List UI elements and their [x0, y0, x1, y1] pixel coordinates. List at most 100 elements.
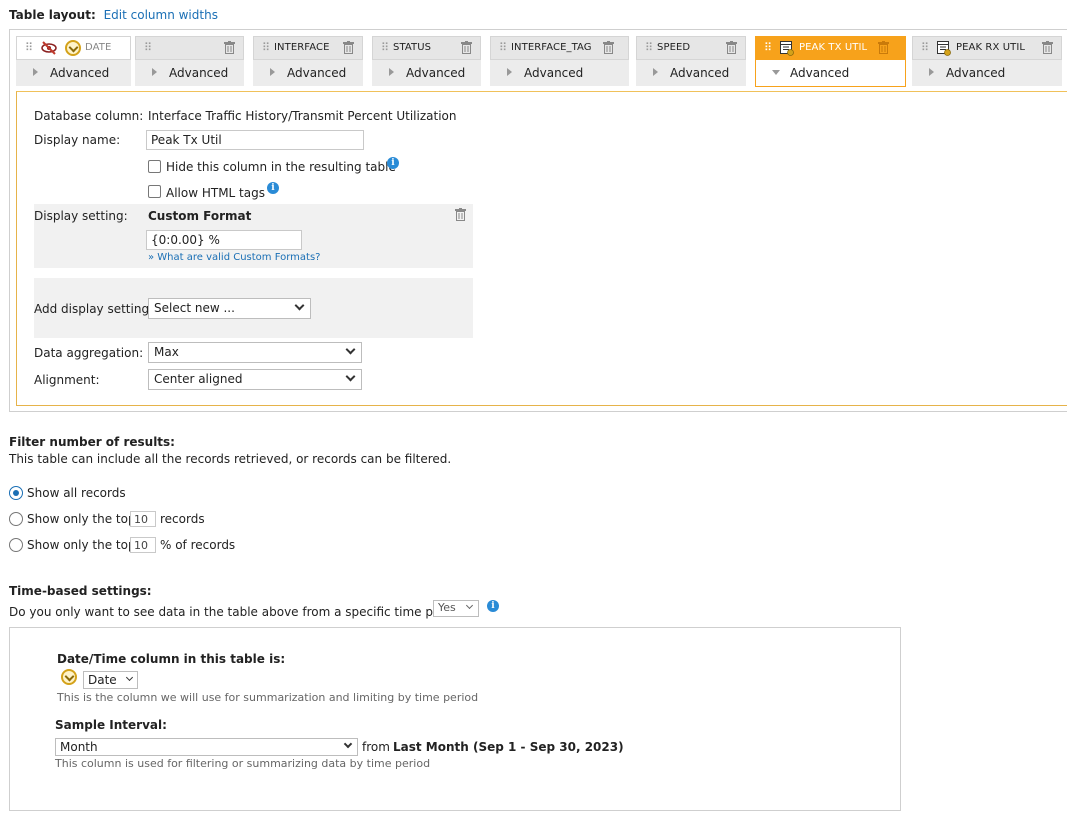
display-setting-label: Display setting: [34, 209, 128, 223]
advanced-label: Advanced [406, 66, 466, 80]
expand-arrow-icon [152, 68, 157, 76]
column-date[interactable]: ⠿ DATE Advanced [16, 36, 131, 88]
sample-title: Sample Interval: [55, 718, 167, 732]
column-name: SPEED [657, 42, 691, 53]
add-display-select[interactable]: Select new ... [148, 298, 311, 319]
db-column-label: Database column: [34, 109, 144, 123]
top-records-suffix: records [160, 512, 205, 526]
allow-html-checkbox[interactable] [148, 185, 161, 198]
add-display-label: Add display settings: [34, 302, 160, 316]
column-peak-tx-util[interactable]: ⠿ PEAK TX UTIL Advanced [755, 36, 906, 91]
sample-select[interactable]: Month [55, 738, 358, 756]
top-records-prefix: Show only the top [27, 512, 136, 526]
db-column-value: Interface Traffic History/Transmit Perce… [148, 109, 457, 123]
time-question-value: Yes [438, 601, 456, 614]
advanced-toggle[interactable]: Advanced [135, 60, 244, 86]
datetime-select[interactable]: Date [83, 671, 138, 689]
column-header[interactable]: ⠿ DATE [16, 36, 131, 60]
column-header[interactable]: ⠿ INTERFACE [253, 36, 363, 60]
table-column-icon [780, 41, 794, 56]
trash-icon[interactable] [224, 41, 235, 54]
time-title: Time-based settings: [9, 584, 152, 598]
info-icon[interactable]: i [267, 182, 279, 194]
table-layout-header: Table layout: Edit column widths [9, 8, 218, 22]
hide-column-checkbox[interactable] [148, 160, 161, 173]
advanced-toggle[interactable]: Advanced [490, 60, 629, 86]
column-header[interactable]: ⠿ STATUS [372, 36, 481, 60]
column-name: PEAK TX UTIL [799, 42, 868, 53]
advanced-toggle[interactable]: Advanced [755, 60, 906, 87]
alignment-label: Alignment: [34, 373, 100, 387]
drag-handle-icon[interactable]: ⠿ [499, 42, 507, 54]
info-icon[interactable]: i [487, 600, 499, 612]
drag-handle-icon[interactable]: ⠿ [764, 42, 772, 54]
expand-arrow-icon [389, 68, 394, 76]
chevron-down-icon [125, 673, 134, 682]
chevron-down-icon [294, 300, 305, 311]
add-display-value: Select new ... [154, 301, 235, 315]
advanced-label: Advanced [50, 66, 110, 80]
chevron-down-icon [343, 739, 353, 749]
column-header[interactable]: ⠿ INTERFACE_TAG [490, 36, 629, 60]
alignment-select[interactable]: Center aligned [148, 369, 362, 390]
drag-handle-icon[interactable]: ⠿ [921, 42, 929, 54]
column-header[interactable]: ⠿ PEAK RX UTIL [912, 36, 1062, 60]
datetime-hint: This is the column we will use for summa… [57, 691, 479, 704]
edit-column-widths-link[interactable]: Edit column widths [104, 8, 218, 22]
show-all-label: Show all records [27, 486, 126, 500]
top-percent-radio[interactable] [9, 538, 23, 552]
top-records-input[interactable]: 10 [130, 511, 156, 527]
column-name: DATE [85, 42, 112, 53]
advanced-toggle[interactable]: Advanced [372, 60, 481, 86]
custom-format-help-link[interactable]: » What are valid Custom Formats? [148, 252, 320, 263]
hidden-eye-icon [41, 41, 57, 58]
column-interface-tag[interactable]: ⠿ INTERFACE_TAG Advanced [490, 36, 629, 88]
drag-handle-icon[interactable]: ⠿ [262, 42, 270, 54]
trash-icon[interactable] [603, 41, 614, 54]
time-question-select[interactable]: Yes [433, 600, 479, 617]
aggregation-select[interactable]: Max [148, 342, 362, 363]
trash-icon[interactable] [343, 41, 354, 54]
clock-icon [65, 40, 81, 56]
advanced-toggle[interactable]: Advanced [16, 60, 131, 86]
top-percent-suffix: % of records [160, 538, 236, 552]
trash-icon[interactable] [461, 41, 472, 54]
trash-icon[interactable] [455, 208, 466, 221]
filter-description: This table can include all the records r… [9, 452, 452, 466]
trash-icon[interactable] [1042, 41, 1053, 54]
advanced-toggle[interactable]: Advanced [253, 60, 363, 86]
trash-icon[interactable] [878, 41, 889, 54]
drag-handle-icon[interactable]: ⠿ [144, 42, 152, 54]
column-header[interactable]: ⠿ SPEED [636, 36, 746, 60]
allow-html-label: Allow HTML tags [166, 186, 265, 200]
column-speed[interactable]: ⠿ SPEED Advanced [636, 36, 746, 88]
column-status[interactable]: ⠿ STATUS Advanced [372, 36, 481, 88]
top-records-radio[interactable] [9, 512, 23, 526]
column-header[interactable]: ⠿ PEAK TX UTIL [755, 36, 906, 60]
column-interface[interactable]: ⠿ INTERFACE Advanced [253, 36, 363, 88]
range-text: Last Month (Sep 1 - Sep 30, 2023) [393, 740, 624, 754]
table-column-icon [937, 41, 951, 56]
clock-icon [61, 669, 77, 685]
drag-handle-icon[interactable]: ⠿ [645, 42, 653, 54]
top-percent-input[interactable]: 10 [130, 537, 156, 553]
column-name: STATUS [393, 42, 432, 53]
advanced-toggle[interactable]: Advanced [912, 60, 1062, 86]
trash-icon[interactable] [726, 41, 737, 54]
expand-arrow-icon [270, 68, 275, 76]
alignment-value: Center aligned [154, 372, 243, 386]
drag-handle-icon[interactable]: ⠿ [25, 42, 33, 54]
display-name-input[interactable] [146, 130, 364, 150]
column-blank[interactable]: ⠿ Advanced [135, 36, 244, 88]
custom-format-input[interactable] [146, 230, 302, 250]
advanced-label: Advanced [790, 66, 850, 80]
filter-title: Filter number of results: [9, 435, 175, 449]
drag-handle-icon[interactable]: ⠿ [381, 42, 389, 54]
advanced-toggle[interactable]: Advanced [636, 60, 746, 86]
datetime-title: Date/Time column in this table is: [57, 652, 286, 666]
show-all-radio[interactable] [9, 486, 23, 500]
column-header[interactable]: ⠿ [135, 36, 244, 60]
column-peak-rx-util[interactable]: ⠿ PEAK RX UTIL Advanced [912, 36, 1062, 88]
from-label: from [362, 740, 390, 754]
info-icon[interactable]: i [387, 157, 399, 169]
